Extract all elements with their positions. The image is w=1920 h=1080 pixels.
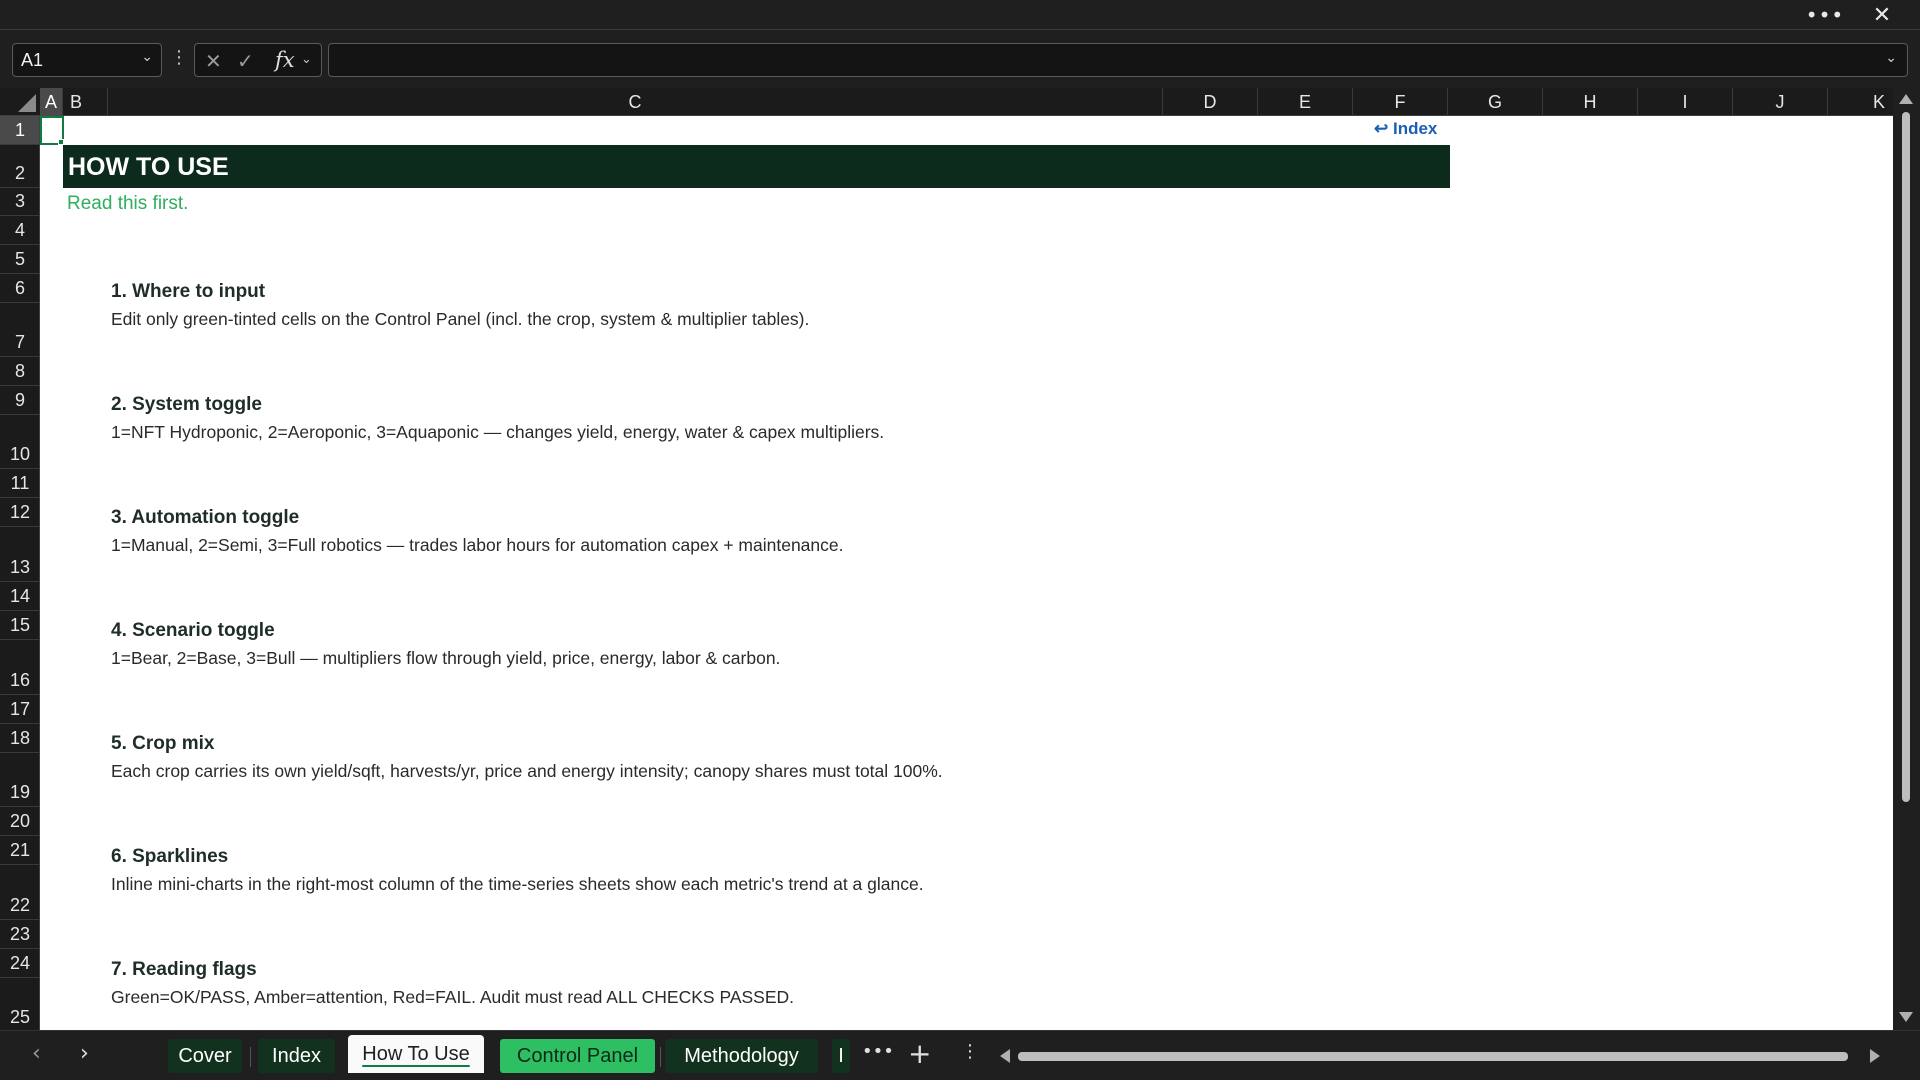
function-icon[interactable]: fx bbox=[275, 48, 295, 72]
section-title: 6. Sparklines bbox=[111, 846, 229, 867]
row-header[interactable]: 3 bbox=[0, 188, 39, 216]
close-icon[interactable]: ✕ bbox=[1862, 0, 1902, 30]
row-header[interactable]: 10 bbox=[0, 415, 39, 469]
worksheet-grid[interactable]: ↩ Index HOW TO USE Read this first. 1. W… bbox=[40, 116, 1893, 1030]
row-header[interactable]: 18 bbox=[0, 724, 39, 753]
row-header[interactable]: 14 bbox=[0, 582, 39, 611]
chevron-right-icon[interactable]: › bbox=[80, 1041, 89, 1066]
column-header-k[interactable]: K bbox=[1828, 88, 1893, 116]
tab-how-to-use[interactable]: How To Use bbox=[348, 1035, 484, 1073]
row-header[interactable]: 19 bbox=[0, 753, 39, 807]
row-header[interactable]: 9 bbox=[0, 386, 39, 415]
page-title: HOW TO USE bbox=[68, 153, 229, 181]
excel-window: ••• ✕ A1 ⌄ ⋮ ✕ ✓ fx ⌄ ⌄ A B C D E F G H … bbox=[0, 0, 1920, 1080]
row-header[interactable]: 20 bbox=[0, 807, 39, 836]
tab-index[interactable]: Index bbox=[258, 1039, 335, 1073]
section-description: 1=NFT Hydroponic, 2=Aeroponic, 3=Aquapon… bbox=[111, 422, 885, 442]
column-header-i[interactable]: I bbox=[1638, 88, 1733, 116]
section-title: 7. Reading flags bbox=[111, 959, 257, 980]
vertical-ellipsis-icon[interactable]: ⋮ bbox=[170, 47, 188, 68]
section-title: 5. Crop mix bbox=[111, 733, 215, 754]
row-header[interactable]: 25 bbox=[0, 978, 39, 1030]
column-header-f[interactable]: F bbox=[1353, 88, 1448, 116]
column-header-j[interactable]: J bbox=[1733, 88, 1828, 116]
row-header[interactable]: 12 bbox=[0, 498, 39, 527]
row-header[interactable]: 11 bbox=[0, 469, 39, 498]
row-header[interactable]: 7 bbox=[0, 303, 39, 357]
row-header[interactable]: 23 bbox=[0, 920, 39, 949]
name-box[interactable]: A1 ⌄ bbox=[12, 43, 162, 77]
column-header-d[interactable]: D bbox=[1163, 88, 1258, 116]
column-header-g[interactable]: G bbox=[1448, 88, 1543, 116]
formula-input[interactable]: ⌄ bbox=[328, 43, 1908, 77]
section-description: Each crop carries its own yield/sqft, ha… bbox=[111, 761, 943, 781]
add-sheet-icon[interactable]: + bbox=[908, 1037, 931, 1070]
sheet-tab-bar: ‹ › Cover Index How To Use Control Panel… bbox=[0, 1030, 1920, 1080]
section-description: Green=OK/PASS, Amber=attention, Red=FAIL… bbox=[111, 987, 795, 1007]
tab-cover[interactable]: Cover bbox=[168, 1039, 242, 1073]
scroll-up-icon[interactable] bbox=[1899, 94, 1913, 104]
row-header[interactable]: 16 bbox=[0, 640, 39, 695]
row-header[interactable]: 5 bbox=[0, 245, 39, 274]
row-header[interactable]: 6 bbox=[0, 274, 39, 303]
tab-methodology[interactable]: Methodology bbox=[665, 1039, 818, 1073]
check-icon[interactable]: ✓ bbox=[237, 49, 254, 73]
row-header[interactable]: 13 bbox=[0, 527, 39, 582]
row-header[interactable]: 2 bbox=[0, 145, 39, 188]
index-link[interactable]: ↩ Index bbox=[1374, 119, 1437, 139]
chevron-down-icon[interactable]: ⌄ bbox=[141, 49, 153, 65]
section-title: 4. Scenario toggle bbox=[111, 620, 275, 641]
column-header-b[interactable]: B bbox=[63, 88, 108, 116]
vertical-scroll-thumb[interactable] bbox=[1902, 112, 1910, 802]
scroll-down-icon[interactable] bbox=[1899, 1012, 1913, 1022]
page-subtitle: Read this first. bbox=[67, 193, 189, 214]
column-header-h[interactable]: H bbox=[1543, 88, 1638, 116]
tab-control-panel[interactable]: Control Panel bbox=[500, 1039, 655, 1073]
section-title: 3. Automation toggle bbox=[111, 507, 300, 528]
select-all-corner[interactable] bbox=[0, 88, 40, 116]
row-header[interactable]: 4 bbox=[0, 216, 39, 245]
column-header-c[interactable]: C bbox=[108, 88, 1163, 116]
cancel-icon[interactable]: ✕ bbox=[205, 49, 222, 73]
formula-bar: A1 ⌄ ⋮ ✕ ✓ fx ⌄ ⌄ bbox=[0, 31, 1920, 86]
more-sheets-icon[interactable]: ••• bbox=[862, 1041, 894, 1062]
section-title: 1. Where to input bbox=[111, 281, 266, 302]
chevron-left-icon[interactable]: ‹ bbox=[32, 1041, 41, 1066]
formula-tools: ✕ ✓ fx ⌄ bbox=[194, 43, 322, 77]
section-description: Edit only green-tinted cells on the Cont… bbox=[111, 309, 810, 329]
expand-formula-icon[interactable]: ⌄ bbox=[1885, 50, 1897, 66]
name-box-value: A1 bbox=[21, 50, 44, 70]
tab-partial[interactable]: I bbox=[832, 1039, 850, 1073]
title-bar: ••• ✕ bbox=[0, 0, 1920, 30]
column-header-e[interactable]: E bbox=[1258, 88, 1353, 116]
more-options-icon[interactable]: ••• bbox=[1805, 0, 1845, 30]
row-header[interactable]: 24 bbox=[0, 949, 39, 978]
chevron-down-icon[interactable]: ⌄ bbox=[301, 52, 312, 67]
section-description: Inline mini-charts in the right-most col… bbox=[111, 874, 924, 894]
column-headers: A B C D E F G H I J K bbox=[0, 88, 1893, 116]
title-banner: HOW TO USE bbox=[63, 145, 1450, 188]
horizontal-scroll-thumb[interactable] bbox=[1018, 1052, 1848, 1061]
scroll-left-icon[interactable] bbox=[1000, 1049, 1010, 1063]
column-header-a[interactable]: A bbox=[40, 88, 63, 116]
scroll-right-icon[interactable] bbox=[1870, 1049, 1880, 1063]
row-header[interactable]: 22 bbox=[0, 865, 39, 920]
vertical-scrollbar[interactable] bbox=[1893, 88, 1920, 1030]
row-header[interactable]: 21 bbox=[0, 836, 39, 865]
row-header[interactable]: 1 bbox=[0, 116, 39, 145]
section-description: 1=Manual, 2=Semi, 3=Full robotics — trad… bbox=[111, 535, 844, 555]
row-header[interactable]: 17 bbox=[0, 695, 39, 724]
section-title: 2. System toggle bbox=[111, 394, 262, 415]
row-headers: 1 2 3 4 5 6 7 8 9 10 11 12 13 14 15 16 1… bbox=[0, 116, 40, 1030]
section-description: 1=Bear, 2=Base, 3=Bull — multipliers flo… bbox=[111, 648, 781, 668]
row-header[interactable]: 8 bbox=[0, 357, 39, 386]
row-header[interactable]: 15 bbox=[0, 611, 39, 640]
vertical-ellipsis-icon[interactable]: ⋮ bbox=[961, 1041, 979, 1062]
